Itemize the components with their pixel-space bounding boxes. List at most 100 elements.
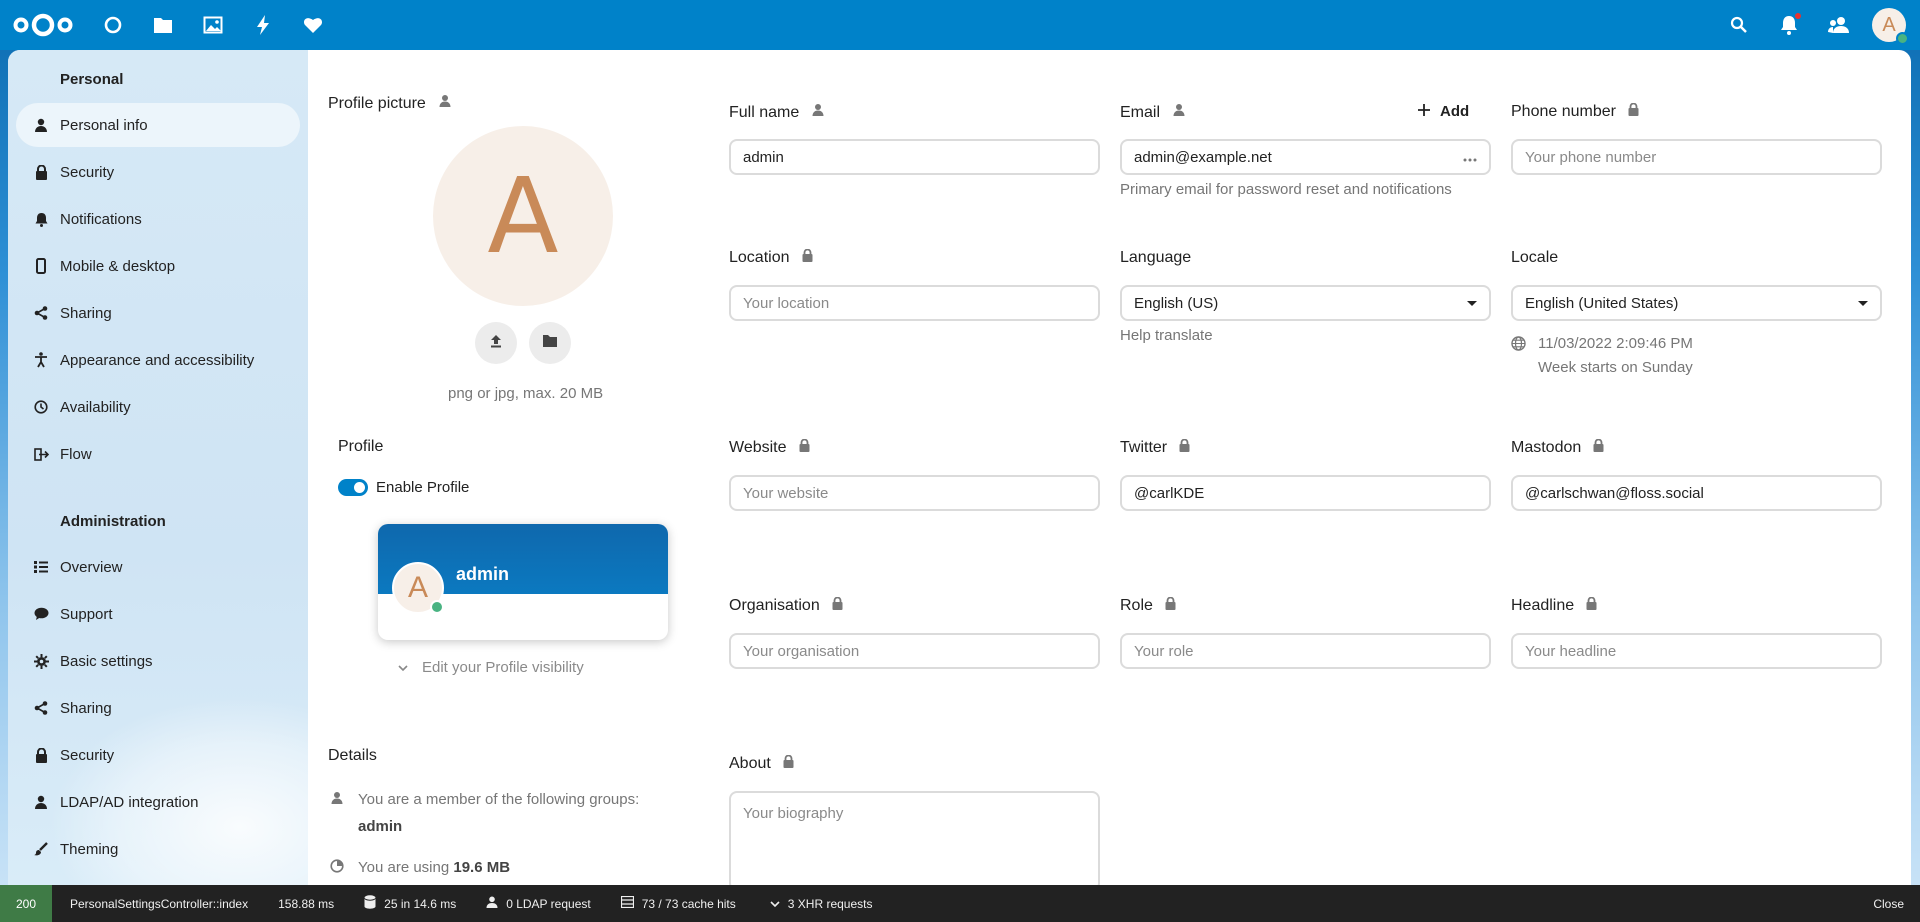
debug-ldap[interactable]: 0 LDAP request [486,885,591,922]
about-label: About [729,755,771,772]
files-icon[interactable] [138,0,188,50]
groups-value: admin [358,818,403,835]
caret-down-icon [1467,300,1477,306]
debug-cache[interactable]: 73 / 73 cache hits [620,885,736,922]
sidebar-item-admin-sharing[interactable]: Sharing [16,686,300,730]
bell-icon [30,209,52,229]
debug-queries[interactable]: 25 in 14.6 ms [364,885,456,922]
choose-from-files-button[interactable] [529,322,571,364]
full-name-label: Full name [729,103,800,121]
lock-icon[interactable] [1165,596,1176,615]
dashboard-icon[interactable] [88,0,138,50]
locale-datetime: 11/03/2022 2:09:46 PM [1538,335,1693,352]
sidebar-item-overview[interactable]: Overview [16,545,300,589]
location-label: Location [729,249,790,266]
sidebar-item-label: Appearance and accessibility [60,351,255,369]
sidebar-item-label: Availability [60,398,131,416]
sidebar-item-basic-settings[interactable]: Basic settings [16,639,300,683]
favorites-icon[interactable] [288,0,338,50]
chevron-down-icon [398,659,408,676]
enable-profile-label[interactable]: Enable Profile [376,479,469,496]
lock-icon[interactable] [802,248,813,267]
debug-xhr-label: 3 XHR requests [787,896,873,911]
sidebar-item-mobile-desktop[interactable]: Mobile & desktop [16,244,300,288]
federation-scope-icon[interactable] [1172,103,1186,122]
quota-row: You are using 19.6 MB [330,859,510,877]
lock-icon[interactable] [832,596,843,615]
organisation-label: Organisation [729,597,820,614]
user-icon [330,791,344,835]
edit-profile-visibility[interactable]: Edit your Profile visibility [398,659,584,676]
email-input[interactable]: admin@example.net [1120,139,1491,175]
mastodon-input[interactable]: @carlschwan@floss.social [1511,475,1882,511]
picture-format-hint: png or jpg, max. 20 MB [448,385,604,402]
lock-icon[interactable] [1593,438,1604,457]
debug-controller[interactable]: PersonalSettingsController::index [70,885,248,922]
sidebar-item-label: Theming [60,840,119,858]
folder-icon [542,334,558,352]
federation-scope-icon[interactable] [438,94,452,113]
sidebar-item-security[interactable]: Security [16,150,300,194]
email-label-row: Email [1120,103,1186,122]
lock-icon[interactable] [1628,102,1639,121]
notifications-bell-icon[interactable] [1764,0,1814,50]
sidebar-item-flow[interactable]: Flow [16,432,300,476]
website-label: Website [729,439,787,456]
language-select[interactable]: English (US) [1120,285,1491,321]
twitter-input[interactable]: @carlKDE [1120,475,1491,511]
sidebar-item-notifications[interactable]: Notifications [16,197,300,241]
main-container: Personal Personal info Security Notifica… [8,50,1911,885]
globe-icon [1511,336,1526,376]
sidebar-item-sharing[interactable]: Sharing [16,291,300,335]
profile-preview-card[interactable]: A admin [378,524,668,640]
sidebar-item-availability[interactable]: Availability [16,385,300,429]
sidebar-item-ldap[interactable]: LDAP/AD integration [16,780,300,824]
sidebar-item-personal-info[interactable]: Personal info [16,103,300,147]
clock-icon [30,397,52,417]
headline-input[interactable]: Your headline [1511,633,1882,669]
locale-select[interactable]: English (United States) [1511,285,1882,321]
help-translate-link[interactable]: Help translate [1120,327,1213,344]
nextcloud-logo[interactable] [12,0,74,50]
share-icon [30,698,52,718]
about-textarea[interactable]: Your biography [729,791,1100,885]
debug-time[interactable]: 158.88 ms [278,885,334,922]
sidebar-item-support[interactable]: Support [16,592,300,636]
lock-icon[interactable] [783,754,794,773]
flow-icon [30,444,52,464]
role-input[interactable]: Your role [1120,633,1491,669]
profile-picture-label: Profile picture [328,94,426,112]
photos-icon[interactable] [188,0,238,50]
federation-scope-icon[interactable] [811,103,825,122]
sidebar-item-appearance[interactable]: Appearance and accessibility [16,338,300,382]
cache-table-icon [620,895,634,911]
organisation-input[interactable]: Your organisation [729,633,1100,669]
full-name-input[interactable]: admin [729,139,1100,175]
lock-icon[interactable] [1179,438,1190,457]
sidebar-item-admin-security[interactable]: Security [16,733,300,777]
list-icon [30,557,52,577]
phone-input[interactable]: Your phone number [1511,139,1882,175]
user-avatar[interactable]: A [1872,8,1909,45]
debug-xhr[interactable]: 3 XHR requests [770,885,873,922]
location-input[interactable]: Your location [729,285,1100,321]
more-options-icon[interactable] [1463,149,1477,166]
lock-icon[interactable] [799,438,810,457]
gear-icon [30,651,52,671]
contacts-icon[interactable] [1814,0,1864,50]
debug-close-button[interactable]: Close [1873,897,1904,911]
enable-profile-toggle[interactable] [338,479,368,496]
activity-icon[interactable] [238,0,288,50]
locale-label-row: Locale [1511,249,1558,267]
language-label: Language [1120,249,1192,266]
website-input[interactable]: Your website [729,475,1100,511]
add-email-button[interactable]: Add [1418,103,1469,120]
administration-caption: Administration [60,513,166,530]
about-label-row: About [729,754,794,773]
sidebar-item-theming[interactable]: Theming [16,827,300,871]
search-icon[interactable] [1714,0,1764,50]
lock-icon[interactable] [1586,596,1597,615]
database-icon [364,895,376,912]
settings-sidebar: Personal Personal info Security Notifica… [8,50,308,885]
upload-picture-button[interactable] [475,322,517,364]
